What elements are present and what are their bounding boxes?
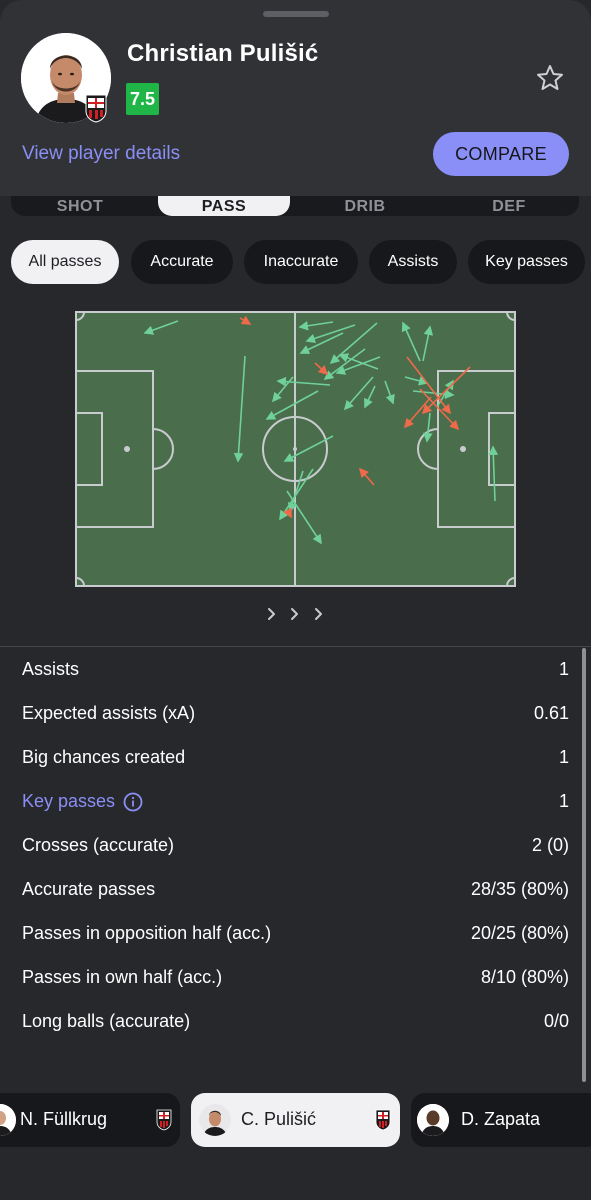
stat-label: Passes in own half (acc.): [22, 967, 223, 987]
filter-accurate[interactable]: Accurate: [131, 240, 233, 284]
avatar: [417, 1104, 449, 1136]
stat-label: Passes in opposition half (acc.): [22, 923, 272, 943]
penalty-spot-right: [460, 446, 466, 452]
stat-row-long-balls: Long balls (accurate) 0/0: [0, 1000, 591, 1044]
player-rating-badge: 7.5: [126, 83, 159, 115]
stat-value: 2 (0): [531, 835, 569, 855]
player-card-pulisic[interactable]: C. Pulišić: [191, 1093, 400, 1147]
player-photo-icon: [199, 1104, 231, 1136]
penalty-spot-left: [124, 446, 130, 452]
pass-filter-chips: All passes Accurate Inaccurate Assists K…: [0, 240, 591, 286]
player-sheet: Christian Pulišić 7.5 View player detail…: [0, 0, 591, 1200]
stat-value: 1: [558, 659, 569, 679]
stat-row-key-passes[interactable]: Key passes 1: [0, 780, 591, 824]
stat-row-crosses: Crosses (accurate) 2 (0): [0, 824, 591, 868]
player-card-name: C. Pulišić: [241, 1109, 317, 1129]
ac-milan-badge-icon: [156, 1109, 172, 1131]
stat-label-key-passes[interactable]: Key passes: [22, 791, 143, 812]
stat-value: 28/35 (80%): [470, 879, 569, 899]
filter-all-passes[interactable]: All passes: [11, 240, 119, 284]
section-divider: [0, 646, 591, 647]
scrollbar[interactable]: [582, 648, 586, 1082]
stat-label: Expected assists (xA): [22, 703, 196, 723]
stat-label: Assists: [22, 659, 80, 679]
player-card-zapata[interactable]: D. Zapata: [411, 1093, 591, 1147]
stat-value: 0.61: [533, 703, 569, 723]
stat-label: Long balls (accurate): [22, 1011, 191, 1031]
player-card-fullkrug[interactable]: N. Füllkrug: [0, 1093, 180, 1147]
stat-row-opposition-half: Passes in opposition half (acc.) 20/25 (…: [0, 912, 591, 956]
filter-assists[interactable]: Assists: [369, 240, 457, 284]
stat-row-big-chances: Big chances created 1: [0, 736, 591, 780]
player-photo-icon: [417, 1104, 449, 1136]
info-icon[interactable]: [123, 792, 143, 812]
chevron-right-icon[interactable]: [262, 604, 332, 624]
player-card-name: D. Zapata: [461, 1109, 541, 1129]
filter-inaccurate[interactable]: Inaccurate: [244, 240, 358, 284]
view-player-details-link[interactable]: View player details: [22, 143, 180, 165]
avatar: [199, 1104, 231, 1136]
stat-value: 1: [558, 747, 569, 767]
stat-row-own-half: Passes in own half (acc.) 8/10 (80%): [0, 956, 591, 1000]
avatar: [0, 1104, 16, 1136]
player-card-name: N. Füllkrug: [20, 1109, 108, 1129]
stat-value: 20/25 (80%): [470, 923, 569, 943]
ac-milan-badge-icon: [85, 94, 107, 123]
sheet-grabber[interactable]: [263, 11, 329, 17]
compare-button[interactable]: COMPARE: [433, 132, 569, 176]
star-icon[interactable]: [535, 63, 565, 93]
stat-value: 8/10 (80%): [480, 967, 569, 987]
stat-label: Big chances created: [22, 747, 186, 767]
player-carousel: N. Füllkrug C. Pulišić D. Zapata: [0, 1088, 591, 1200]
pass-map-pitch: [75, 311, 516, 587]
stat-value: 1: [558, 791, 569, 811]
ac-milan-badge-icon: [375, 1109, 391, 1131]
stat-label-text[interactable]: Key passes: [22, 791, 115, 812]
player-photo-icon: [0, 1104, 16, 1136]
stat-label: Accurate passes: [22, 879, 156, 899]
stat-label: Crosses (accurate): [22, 835, 175, 855]
stat-row-accurate-passes: Accurate passes 28/35 (80%): [0, 868, 591, 912]
stat-value: 0/0: [543, 1011, 569, 1031]
filter-key-passes[interactable]: Key passes: [468, 240, 585, 284]
stat-row-assists: Assists 1: [0, 648, 591, 692]
stat-row-expected-assists: Expected assists (xA) 0.61: [0, 692, 591, 736]
centre-spot: [293, 447, 297, 451]
player-header: Christian Pulišić 7.5 View player detail…: [0, 0, 591, 196]
player-name: Christian Pulišić: [127, 40, 319, 67]
